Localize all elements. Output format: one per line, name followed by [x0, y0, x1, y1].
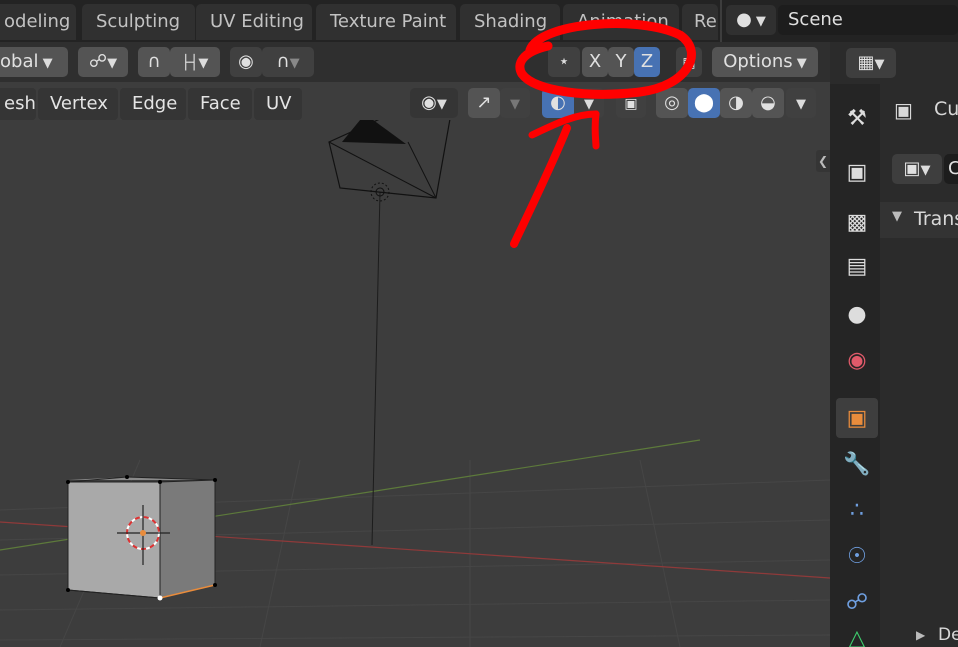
annotation-overlay	[510, 19, 696, 248]
red-circle-annotation	[515, 19, 696, 99]
red-arrow-annotation	[510, 124, 571, 248]
